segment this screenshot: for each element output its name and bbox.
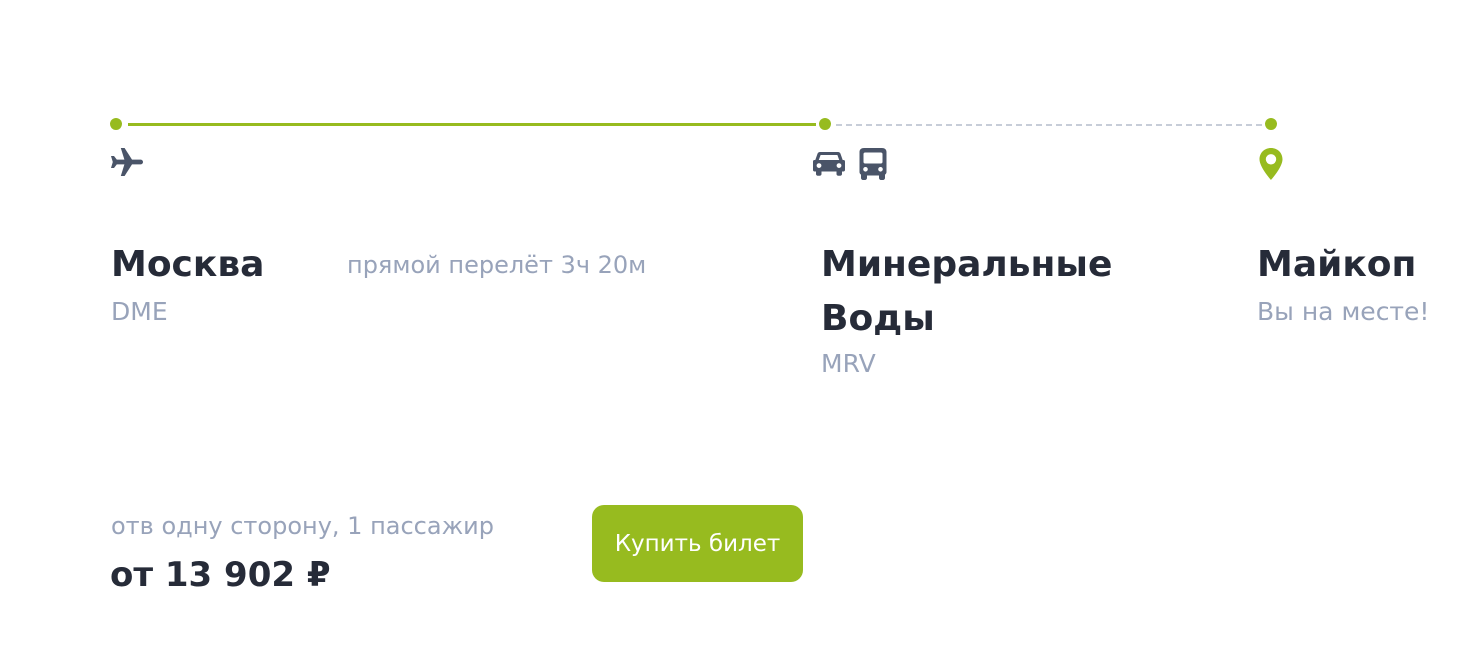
map-pin-icon bbox=[1258, 147, 1284, 181]
transfer-dot bbox=[819, 118, 831, 130]
transfer-city: Минеральные Воды bbox=[821, 244, 1113, 339]
destination-city: Майкоп bbox=[1257, 244, 1417, 285]
origin-dot bbox=[110, 118, 122, 130]
flight-duration: прямой перелёт 3ч 20м bbox=[347, 251, 647, 279]
car-icon bbox=[812, 149, 846, 177]
route-card: Москва DME прямой перелёт 3ч 20м Минерал… bbox=[0, 0, 1460, 646]
buy-ticket-button[interactable]: Купить билет bbox=[592, 505, 803, 582]
origin-city: Москва bbox=[111, 244, 265, 285]
airplane-icon bbox=[110, 147, 144, 177]
flight-segment-line bbox=[128, 123, 816, 126]
destination-note: Вы на месте! bbox=[1257, 297, 1430, 326]
destination-dot bbox=[1265, 118, 1277, 130]
bus-icon bbox=[858, 147, 888, 181]
transfer-airport-code: MRV bbox=[821, 349, 876, 378]
ground-segment-line bbox=[836, 124, 1262, 126]
price-value: от 13 902 ₽ bbox=[110, 555, 331, 595]
price-caption: отв одну сторону, 1 пассажир bbox=[111, 512, 495, 540]
origin-airport-code: DME bbox=[111, 297, 168, 326]
